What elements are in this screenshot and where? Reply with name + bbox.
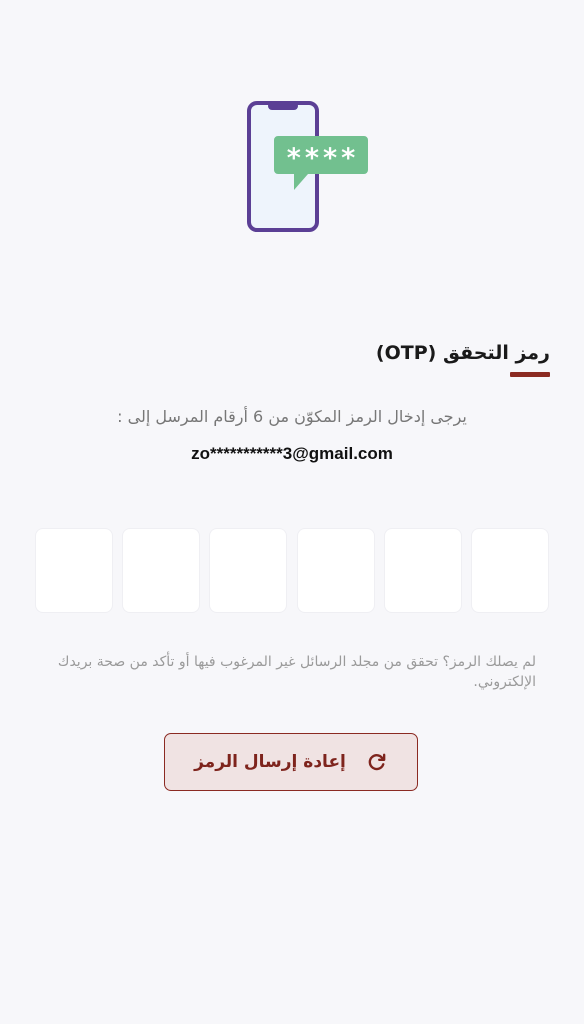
page-title: رمز التحقق (OTP) [375, 342, 550, 364]
phone-otp-icon: **** [247, 101, 368, 232]
resend-button-label: إعادة إرسال الرمز [194, 752, 346, 772]
otp-digit-input[interactable] [36, 529, 112, 612]
otp-digit-input[interactable] [123, 529, 200, 612]
title-underline [510, 372, 550, 377]
otp-input-group [36, 529, 548, 612]
instruction-text: يرجى إدخال الرمز المكوّن من 6 أرقام المر… [117, 407, 467, 426]
otp-digit-input[interactable] [210, 529, 287, 612]
resend-code-button[interactable]: إعادة إرسال الرمز [164, 733, 418, 791]
spam-hint-text: لم يصلك الرمز؟ تحقق من مجلد الرسائل غير … [57, 654, 536, 690]
otp-digit-input[interactable] [384, 529, 461, 612]
page-title-section: رمز التحقق (OTP) [375, 342, 550, 377]
otp-verification-screen: **** رمز التحقق (OTP) يرجى إدخال الرمز ا… [0, 0, 584, 1024]
otp-digit-input[interactable] [297, 529, 374, 612]
otp-bubble-text: **** [287, 143, 359, 174]
masked-email: zo***********3@gmail.com [191, 444, 393, 463]
otp-digit-input[interactable] [471, 529, 548, 612]
refresh-icon [368, 753, 386, 771]
